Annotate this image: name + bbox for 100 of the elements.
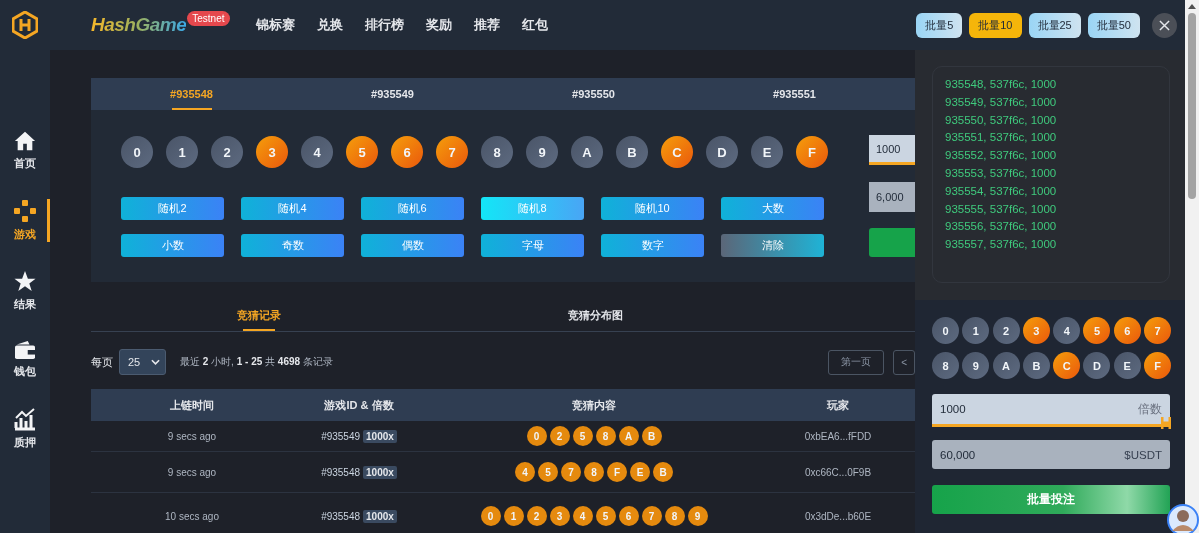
column-header: 竞猜内容 xyxy=(571,397,617,413)
number-ball[interactable]: 0 xyxy=(932,317,959,344)
pager-button[interactable]: 第一页 xyxy=(828,349,885,375)
number-ball[interactable]: B xyxy=(1022,352,1050,379)
time-cell-text: 9 secs ago xyxy=(166,430,218,442)
sidebar-item[interactable]: 首页 xyxy=(0,130,50,171)
number-ball[interactable]: A xyxy=(571,136,603,168)
number-ball[interactable]: 1 xyxy=(962,317,990,344)
player-address[interactable]: 0x3dDe...b60E xyxy=(763,510,913,522)
nav-link[interactable]: 兑换 xyxy=(316,16,343,34)
number-ball: B xyxy=(653,462,673,482)
number-ball[interactable]: E xyxy=(1113,352,1141,379)
quick-pick-button[interactable]: 随机4 xyxy=(241,197,344,220)
multiplier-slider-fill[interactable] xyxy=(932,424,1170,427)
nav-link[interactable]: 奖励 xyxy=(425,16,452,34)
sidebar-item[interactable]: 游戏 xyxy=(0,199,50,242)
number-ball: 4 xyxy=(515,462,535,482)
number-ball: B xyxy=(641,426,662,446)
scrollbar-thumb[interactable] xyxy=(1188,13,1196,199)
multiplier-field[interactable]: 1000 倍数 xyxy=(932,394,1170,424)
number-ball[interactable]: E xyxy=(751,136,783,168)
avatar[interactable] xyxy=(1167,503,1199,533)
quick-pick-button[interactable]: 小数 xyxy=(121,234,224,257)
multiplier-tag: 1000x xyxy=(363,429,397,443)
batch-entry: 935555, 537f6c, 1000 xyxy=(945,201,1058,217)
batch-entry: 935556, 537f6c, 1000 xyxy=(945,219,1058,235)
number-ball[interactable]: 1 xyxy=(166,136,198,168)
per-page-label: 每页 xyxy=(91,354,113,370)
batch-entry: 935554, 537f6c, 1000 xyxy=(945,183,1058,199)
round-tab[interactable]: #935549 xyxy=(292,78,493,110)
quick-pick-button[interactable]: 清除 xyxy=(721,234,824,257)
batch-button[interactable]: 批量10 xyxy=(969,12,1022,38)
number-ball: 7 xyxy=(561,462,581,482)
nav-link[interactable]: 推荐 xyxy=(473,16,500,34)
batch-button[interactable]: 批量5 xyxy=(916,12,963,38)
field-unit: 倍数 xyxy=(1138,401,1162,417)
quick-pick-button[interactable]: 数字 xyxy=(601,234,704,257)
number-ball[interactable]: 9 xyxy=(526,136,558,168)
number-ball: 7 xyxy=(641,506,662,526)
number-ball: 6 xyxy=(618,506,639,526)
house-icon xyxy=(13,130,37,152)
batch-entry: 935553, 537f6c, 1000 xyxy=(945,166,1058,181)
number-ball[interactable]: 2 xyxy=(211,136,243,168)
player-address[interactable]: 0xbEA6...fFDD xyxy=(763,430,913,442)
quick-pick-button[interactable]: 随机2 xyxy=(121,197,224,220)
multiplier-field[interactable]: 1000 xyxy=(869,135,915,165)
quick-pick-button[interactable]: 偶数 xyxy=(361,234,464,257)
round-tab[interactable]: #935550 xyxy=(493,78,694,110)
round-tab[interactable]: #935548 xyxy=(91,78,292,110)
game-id: #935548 xyxy=(321,466,361,478)
nav-link[interactable]: 红包 xyxy=(521,16,548,34)
number-ball[interactable]: A xyxy=(992,352,1020,379)
quick-pick-button[interactable]: 随机6 xyxy=(361,197,464,220)
scroll-up-icon[interactable] xyxy=(1188,3,1196,9)
quick-pick-button[interactable]: 随机10 xyxy=(601,197,704,220)
wallet-icon xyxy=(13,340,37,360)
round-tab[interactable]: #935551 xyxy=(694,78,895,110)
batch-entry: 935549, 537f6c, 1000 xyxy=(945,94,1058,110)
number-ball[interactable]: D xyxy=(1083,352,1111,379)
number-ball[interactable]: 9 xyxy=(962,352,990,379)
number-ball[interactable]: 8 xyxy=(932,352,959,379)
number-ball[interactable]: 2 xyxy=(992,317,1020,344)
chart-icon xyxy=(13,407,37,431)
number-ball: 8 xyxy=(595,426,616,446)
player-address[interactable]: 0xc66C...0F9B xyxy=(763,466,913,478)
number-ball: 2 xyxy=(526,506,547,526)
batch-entry: 935550, 537f6c, 1000 xyxy=(945,112,1058,128)
multiplier-tag: 1000x xyxy=(363,509,397,523)
quick-pick-button[interactable]: 字母 xyxy=(481,234,584,257)
amount-field[interactable]: 6,000 xyxy=(869,182,915,212)
gamepad-icon xyxy=(13,199,37,223)
per-page-select[interactable]: 25 xyxy=(119,349,166,375)
quick-pick-button[interactable]: 大数 xyxy=(721,197,824,220)
sidebar-item[interactable]: 质押 xyxy=(0,407,50,450)
number-ball[interactable]: 8 xyxy=(481,136,513,168)
records-summary: 最近 2 小时, 1 - 25 共 4698 条记录 xyxy=(180,355,333,369)
number-ball[interactable]: 0 xyxy=(121,136,153,168)
batch-entry: 935552, 537f6c, 1000 xyxy=(945,148,1058,164)
sidebar-item[interactable]: 结果 xyxy=(0,270,50,312)
logo-icon[interactable] xyxy=(12,11,38,39)
number-ball[interactable]: 4 xyxy=(1053,317,1081,344)
nav-link[interactable]: 排行榜 xyxy=(364,16,404,34)
game-id: #935549 xyxy=(321,430,361,442)
number-ball[interactable]: 4 xyxy=(301,136,333,168)
sidebar-item[interactable]: 钱包 xyxy=(0,340,50,379)
batch-bet-button[interactable]: 批量投注 xyxy=(932,485,1170,514)
quick-pick-button[interactable]: 奇数 xyxy=(241,234,344,257)
testnet-badge: Testnet xyxy=(187,11,230,26)
close-button[interactable] xyxy=(1152,12,1177,38)
number-ball[interactable]: B xyxy=(616,136,648,168)
number-ball: E xyxy=(630,462,650,482)
amount-field[interactable]: 60,000 $USDT xyxy=(932,440,1170,469)
batch-button[interactable]: 批量25 xyxy=(1028,12,1081,38)
number-ball[interactable]: D xyxy=(706,136,738,168)
slider-handle[interactable] xyxy=(1161,417,1171,429)
batch-button[interactable]: 批量50 xyxy=(1087,12,1140,38)
record-tab[interactable]: 竞猜分布图 xyxy=(427,300,763,331)
record-tab[interactable]: 竞猜记录 xyxy=(91,300,427,331)
game-id: #935548 xyxy=(321,510,361,522)
nav-link[interactable]: 锦标赛 xyxy=(255,16,295,34)
